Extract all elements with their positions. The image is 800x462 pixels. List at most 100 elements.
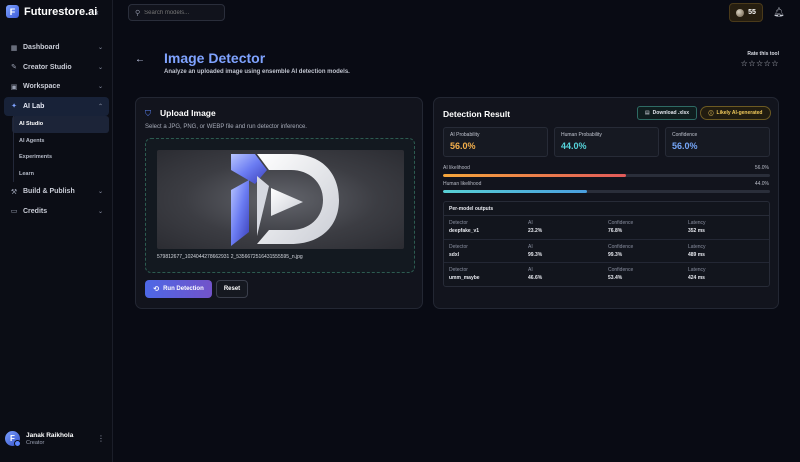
- file-icon: ▤: [644, 110, 650, 116]
- credits-count: 55: [748, 9, 756, 16]
- detection-result-card: Detection Result ▤ Download .xlsx ⓘ Like…: [433, 97, 779, 309]
- sidebar-subitem-ai-studio[interactable]: AI Studio: [12, 116, 109, 133]
- user-info: Janak Raikhola Creator: [26, 432, 73, 446]
- col-label-confidence: Confidence: [608, 267, 634, 273]
- chevron-down-icon: ⌄: [97, 64, 103, 71]
- user-role: Creator: [26, 439, 45, 446]
- confidence-score: 53.4%: [608, 275, 623, 281]
- ai-likelihood-bar: [443, 174, 770, 177]
- detector-name: deepfake_v1: [449, 228, 480, 234]
- confidence-score: 76.8%: [608, 228, 623, 234]
- latency-value: 424 ms: [688, 275, 705, 281]
- more-vertical-icon[interactable]: ⋮: [97, 434, 105, 443]
- shield-check-icon: ⛉: [145, 109, 151, 118]
- chevron-down-icon: ⌄: [97, 208, 103, 215]
- back-arrow-icon[interactable]: ←: [135, 54, 145, 65]
- metric-label: Confidence: [672, 132, 698, 138]
- card-icon: ▭: [10, 208, 18, 216]
- ai-likelihood-fill: [443, 174, 627, 177]
- uploaded-filename: 579812677_1024044278662931 2_53566725164…: [157, 254, 303, 260]
- ai-score: 23.2%: [528, 228, 543, 234]
- metric-confidence: Confidence 56.0%: [665, 127, 770, 157]
- col-label-detector: Detector: [449, 220, 468, 226]
- reset-button[interactable]: Reset: [216, 280, 248, 298]
- sidebar-item-workspace[interactable]: ▣ Workspace ⌄: [4, 77, 109, 97]
- avatar: F: [5, 431, 21, 447]
- page-title: Image Detector: [164, 50, 266, 66]
- metric-value: 44.0%: [561, 141, 587, 151]
- upload-description: Select a JPG, PNG, or WEBP file and run …: [145, 124, 307, 130]
- chevron-down-icon: ⌄: [97, 45, 103, 52]
- human-likelihood-value: 44.0%: [754, 181, 769, 187]
- run-detection-button[interactable]: ⟲ Run Detection: [145, 280, 212, 298]
- ai-likelihood-value: 56.0%: [754, 165, 769, 171]
- preview-logo-graphic: [231, 154, 339, 246]
- sidebar-subitem-learn[interactable]: Learn: [12, 166, 109, 183]
- per-model-table: Per-model outputs Detector deepfake_v1 AI…: [443, 201, 770, 287]
- search-input[interactable]: [144, 9, 215, 16]
- warning-circle-icon: ⓘ: [708, 110, 714, 117]
- upload-card: ⛉ Upload Image Select a JPG, PNG, or WEB…: [135, 97, 423, 309]
- search-box[interactable]: ⚲: [128, 4, 225, 21]
- metric-label: AI Probability: [450, 132, 480, 138]
- col-label-latency: Latency: [688, 243, 706, 250]
- human-likelihood-fill: [443, 190, 587, 193]
- metric-value: 56.0%: [450, 141, 476, 151]
- search-icon: ⚲: [135, 9, 141, 17]
- sidebar-item-creator-studio[interactable]: ✎ Creator Studio ⌄: [4, 58, 109, 78]
- download-xlsx-button[interactable]: ▤ Download .xlsx: [637, 106, 697, 120]
- page-subtitle: Analyze an uploaded image using ensemble…: [164, 69, 350, 75]
- sidebar-item-credits[interactable]: ▭ Credits ⌄: [4, 202, 109, 222]
- chevron-down-icon: ⌄: [97, 84, 103, 91]
- table-row: Detector umm_maybe AI 46.6% Confidence 53.4…: [444, 263, 769, 287]
- chevron-down-icon: ⌄: [97, 189, 103, 196]
- col-label-confidence: Confidence: [608, 243, 634, 250]
- bell-icon[interactable]: 🔔︎: [773, 7, 784, 18]
- chevron-left-icon[interactable]: ‹: [96, 8, 99, 17]
- run-detection-label: Run Detection: [163, 286, 204, 292]
- ai-score: 46.6%: [528, 275, 543, 281]
- sidebar-subitem-experiments[interactable]: Experiments: [12, 149, 109, 166]
- metric-ai-probability: AI Probability 56.0%: [443, 127, 548, 157]
- col-label-ai: AI: [528, 220, 533, 226]
- download-label: Download .xlsx: [652, 110, 690, 116]
- star-rating-icon[interactable]: ☆☆☆☆☆: [735, 59, 779, 68]
- ai-likelihood-label: AI likelihood: [443, 165, 470, 171]
- metric-value: 56.0%: [672, 141, 698, 151]
- sidebar-subitem-ai-agents[interactable]: AI Agents: [12, 133, 109, 150]
- sidebar: F Futurestore.ai ‹ ▦ Dashboard ⌄ ✎ Creat…: [0, 0, 113, 462]
- sidebar-item-label: Workspace: [23, 83, 61, 91]
- sidebar-item-label: Dashboard: [23, 44, 60, 52]
- credits-button[interactable]: 55: [729, 3, 763, 22]
- wrench-icon: ⚒: [10, 188, 18, 196]
- rating-widget: Rate this tool ☆☆☆☆☆: [735, 51, 779, 68]
- col-label-latency: Latency: [688, 220, 706, 226]
- table-row: Detector sdxl AI 99.3% Confidence 99.3% Lat…: [444, 240, 769, 263]
- pen-icon: ✎: [11, 64, 17, 72]
- metric-label: Human Probability: [561, 132, 602, 138]
- verdict-label: Likely AI-generated: [716, 110, 763, 116]
- col-label-ai: AI: [528, 243, 533, 250]
- briefcase-icon: ▣: [10, 83, 18, 91]
- ai-lab-submenu: AI Studio AI Agents Experiments Learn: [4, 116, 109, 182]
- app-logo[interactable]: F Futurestore.ai: [6, 5, 97, 18]
- sidebar-item-ai-lab[interactable]: ✦ AI Lab ⌃: [4, 96, 109, 116]
- chevron-up-icon: ⌃: [97, 103, 103, 110]
- scan-icon: ⟲: [153, 286, 160, 293]
- user-name: Janak Raikhola: [26, 431, 74, 439]
- col-label-ai: AI: [528, 267, 533, 273]
- result-title: Detection Result: [443, 109, 511, 119]
- coin-icon: [736, 8, 745, 17]
- image-dropzone[interactable]: 579812677_1024044278662931 2_53566725164…: [145, 138, 415, 273]
- col-label-detector: Detector: [449, 243, 468, 250]
- human-likelihood-label: Human likelihood: [443, 181, 482, 187]
- user-profile[interactable]: F Janak Raikhola Creator ⋮: [5, 431, 109, 447]
- sidebar-item-label: Build & Publish: [23, 188, 75, 196]
- human-likelihood-bar: [443, 190, 770, 193]
- image-preview: [157, 150, 404, 249]
- sidebar-item-build-publish[interactable]: ⚒ Build & Publish ⌄: [4, 182, 109, 202]
- sidebar-item-dashboard[interactable]: ▦ Dashboard ⌄: [4, 38, 109, 58]
- sidebar-item-label: Credits: [23, 207, 48, 215]
- table-row: Detector deepfake_v1 AI 23.2% Confidence 76…: [444, 216, 769, 240]
- sidebar-item-label: AI Lab: [23, 102, 45, 110]
